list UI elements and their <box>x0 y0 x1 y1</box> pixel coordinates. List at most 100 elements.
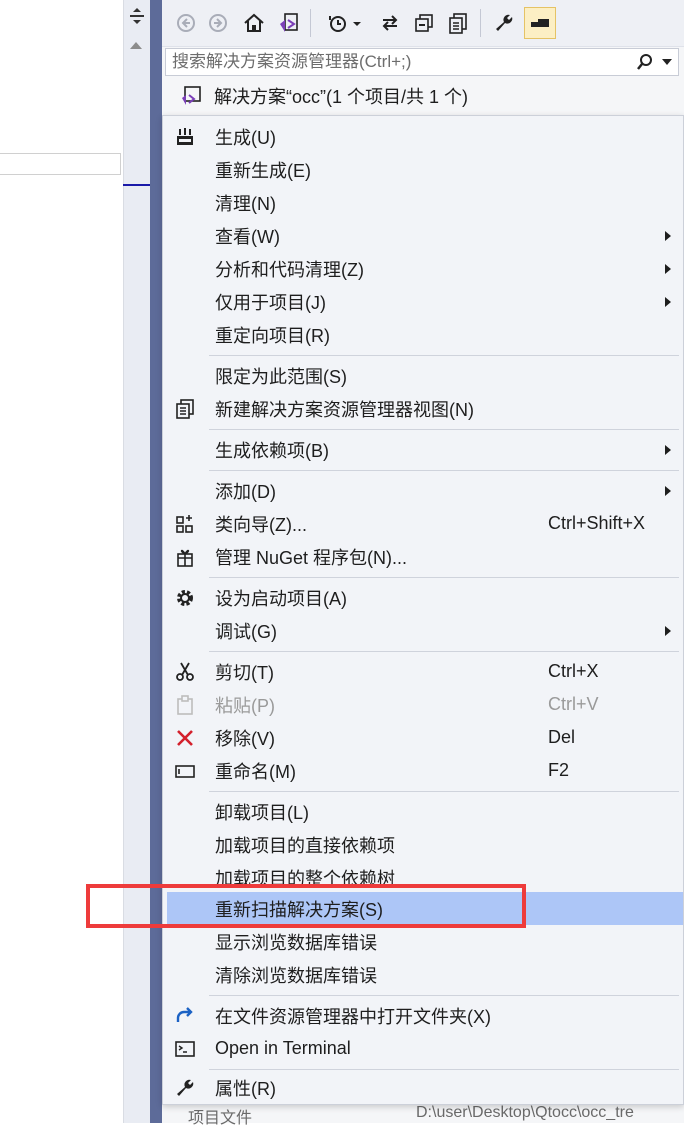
menu-item-view[interactable]: 查看(W) <box>167 219 683 252</box>
highlight-annotation-box <box>86 884 526 928</box>
menu-separator <box>209 470 679 471</box>
menu-item-debug[interactable]: 调试(G) <box>167 614 683 647</box>
wrench-icon <box>496 14 513 31</box>
menu-item-label: 分析和代码清理(Z) <box>215 259 364 280</box>
menu-item-open-in-terminal[interactable]: Open in Terminal <box>167 1032 683 1065</box>
menu-item-manage-nuget[interactable]: 管理 NuGet 程序包(N)... <box>167 540 683 573</box>
properties-button[interactable] <box>490 9 518 37</box>
menu-item-label: 添加(D) <box>215 481 276 502</box>
menu-item-remove[interactable]: 移除(V) Del <box>167 721 683 754</box>
menu-item-set-startup[interactable]: 设为启动项目(A) <box>167 581 683 614</box>
open-folder-arrow-icon <box>173 1004 197 1028</box>
menu-separator <box>209 355 679 356</box>
menu-item-label: 加载项目的直接依赖项 <box>215 835 395 856</box>
menu-item-label: 清除浏览数据库错误 <box>215 965 377 986</box>
menu-item-show-browse-db-errors[interactable]: 显示浏览数据库错误 <box>167 925 683 958</box>
gear-icon <box>173 586 197 610</box>
menu-item-scope-to-this[interactable]: 限定为此范围(S) <box>167 359 683 392</box>
menu-item-rename[interactable]: 重命名(M) F2 <box>167 754 683 787</box>
solution-icon <box>180 86 202 106</box>
home-icon <box>244 13 264 32</box>
menu-item-label: 显示浏览数据库错误 <box>215 932 377 953</box>
menu-item-paste[interactable]: 粘贴(P) Ctrl+V <box>167 688 683 721</box>
solution-node[interactable]: 解决方案“occ”(1 个项目/共 1 个) <box>162 83 684 109</box>
menu-item-new-view[interactable]: 新建解决方案资源管理器视图(N) <box>167 392 683 425</box>
scroll-up-arrow-icon[interactable] <box>130 42 142 49</box>
back-arrow-icon <box>177 14 195 32</box>
menu-item-label: 生成依赖项(B) <box>215 440 329 461</box>
remove-x-icon <box>173 726 197 750</box>
menu-item-label: 限定为此范围(S) <box>215 366 347 387</box>
menu-item-label: 剪切(T) <box>215 662 274 683</box>
menu-item-properties[interactable]: 属性(R) <box>167 1071 683 1104</box>
menu-item-class-wizard[interactable]: 类向导(Z)... Ctrl+Shift+X <box>167 507 683 540</box>
menu-item-open-folder[interactable]: 在文件资源管理器中打开文件夹(X) <box>167 999 683 1032</box>
menu-separator <box>209 577 679 578</box>
menu-item-label: 卸载项目(L) <box>215 802 309 823</box>
class-wizard-icon <box>173 512 197 536</box>
menu-item-label: 移除(V) <box>215 728 275 749</box>
pending-changes-filter-button[interactable] <box>324 9 368 37</box>
submenu-arrow-icon <box>665 230 671 241</box>
home-button[interactable] <box>240 9 268 37</box>
toolbar-separator <box>480 9 481 37</box>
menu-item-shortcut: F2 <box>548 760 570 780</box>
menu-item-load-direct-deps[interactable]: 加载项目的直接依赖项 <box>167 828 683 861</box>
collapse-all-icon <box>415 14 433 32</box>
sync-arrows-icon <box>382 15 398 31</box>
search-input[interactable] <box>166 49 636 75</box>
menu-separator <box>209 791 679 792</box>
show-all-files-button[interactable] <box>444 9 472 37</box>
menu-item-shortcut: Ctrl+V <box>548 694 599 714</box>
preview-pane-icon <box>531 19 549 27</box>
sync-with-document-button[interactable] <box>376 9 404 37</box>
menu-item-label: 清理(N) <box>215 193 276 214</box>
solution-explorer-border <box>150 0 162 1123</box>
paste-icon <box>173 693 197 717</box>
wrench-icon <box>173 1076 197 1100</box>
switch-views-button[interactable] <box>274 9 302 37</box>
clock-filter-icon <box>329 16 361 32</box>
collapse-all-button[interactable] <box>410 9 438 37</box>
menu-item-retarget[interactable]: 重定向项目(R) <box>167 318 683 351</box>
menu-item-shortcut: Del <box>548 727 576 747</box>
menu-item-analyze[interactable]: 分析和代码清理(Z) <box>167 252 683 285</box>
editor-input-field[interactable] <box>0 153 121 175</box>
menu-item-unload-project[interactable]: 卸载项目(L) <box>167 795 683 828</box>
menu-item-build-dependencies[interactable]: 生成依赖项(B) <box>167 433 683 466</box>
submenu-arrow-icon <box>665 263 671 274</box>
vertical-scrollbar[interactable] <box>123 0 151 1123</box>
menu-item-rebuild[interactable]: 重新生成(E) <box>167 153 683 186</box>
menu-item-label: 生成(U) <box>215 127 276 148</box>
search-icon[interactable] <box>636 53 654 71</box>
menu-item-label: Open in Terminal <box>215 1038 351 1058</box>
split-window-button[interactable] <box>124 4 149 28</box>
back-button[interactable] <box>172 9 200 37</box>
menu-item-label: 设为启动项目(A) <box>215 588 347 609</box>
menu-item-label: 管理 NuGet 程序包(N)... <box>215 547 408 568</box>
show-all-files-icon <box>449 13 467 34</box>
solution-explorer-search[interactable] <box>165 48 679 76</box>
submenu-arrow-icon <box>665 485 671 496</box>
menu-item-clear-browse-db-errors[interactable]: 清除浏览数据库错误 <box>167 958 683 991</box>
solution-label: 解决方案“occ”(1 个项目/共 1 个) <box>214 87 469 107</box>
rename-icon <box>173 759 197 783</box>
submenu-arrow-icon <box>665 296 671 307</box>
property-key: 项目文件 <box>188 1110 253 1127</box>
forward-button[interactable] <box>204 9 232 37</box>
solution-explorer-toolbar <box>162 0 684 47</box>
menu-item-label: 重定向项目(R) <box>215 325 330 346</box>
menu-item-project-only[interactable]: 仅用于项目(J) <box>167 285 683 318</box>
menu-item-label: 查看(W) <box>215 226 280 247</box>
search-options-chevron-down-icon[interactable] <box>662 59 672 65</box>
menu-item-clean[interactable]: 清理(N) <box>167 186 683 219</box>
menu-separator <box>209 429 679 430</box>
menu-item-cut[interactable]: 剪切(T) Ctrl+X <box>167 655 683 688</box>
preview-selected-items-button[interactable] <box>524 7 556 39</box>
menu-item-build[interactable]: 生成(U) <box>167 120 683 153</box>
menu-separator <box>209 1069 679 1070</box>
menu-item-shortcut: Ctrl+Shift+X <box>548 513 646 533</box>
menu-separator <box>209 651 679 652</box>
menu-item-shortcut: Ctrl+X <box>548 661 599 681</box>
menu-item-add[interactable]: 添加(D) <box>167 474 683 507</box>
